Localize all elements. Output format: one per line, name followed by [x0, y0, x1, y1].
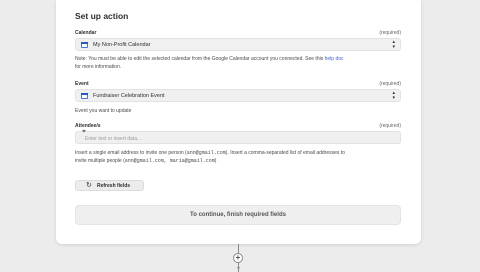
attendees-help-text-2: ). Insert a comma-separated list of emai… [225, 150, 345, 156]
attendees-help: Insert a single email address to invite … [75, 149, 410, 165]
setup-action-card: Set up action Calendar (required) My Non… [56, 0, 421, 244]
event-required: (required) [379, 81, 401, 87]
event-help: Event you want to update [75, 108, 132, 114]
calendar-icon [81, 93, 88, 99]
section-title: Set up action [75, 11, 129, 21]
calendar-note-prefix: Note: You must be able to edit the selec… [75, 56, 324, 62]
up-down-chevron-icon: ▴ ▾ [392, 90, 395, 101]
attendees-help-text-3: invite multiple people ( [75, 158, 125, 164]
calendar-note-suffix: for more information. [75, 64, 122, 70]
help-doc-link[interactable]: help doc [325, 56, 344, 62]
event-label: Event [75, 81, 89, 87]
event-select[interactable]: Fundraiser Celebration Event ▴ ▾ [75, 89, 401, 102]
continue-button[interactable]: To continue, finish required fields [75, 205, 401, 225]
attendees-help-code-1: ann@gmail.com [186, 150, 226, 156]
continue-label: To continue, finish required fields [190, 211, 286, 218]
plus-icon[interactable]: + [233, 253, 243, 263]
attendees-placeholder: Enter text or insert data... [85, 135, 142, 142]
attendees-help-code-2: ann@gmail.com, maria@gmail.com [124, 158, 215, 164]
attendees-required: (required) [379, 123, 401, 129]
attendees-label: Attendee/s [75, 123, 101, 129]
calendar-icon [81, 42, 88, 48]
attendees-input[interactable]: Enter text or insert data... [75, 131, 401, 144]
event-value: Fundraiser Celebration Event [93, 93, 165, 99]
calendar-value: My Non-Profit Calendar [93, 42, 151, 48]
up-down-chevron-icon: ▴ ▾ [392, 39, 395, 50]
refresh-icon: ↻ [86, 182, 92, 189]
calendar-label: Calendar [75, 30, 97, 36]
calendar-select[interactable]: My Non-Profit Calendar ▴ ▾ [75, 38, 401, 51]
calendar-note: Note: You must be able to edit the selec… [75, 55, 405, 71]
mouse-cursor-icon: ⌖ [82, 128, 86, 135]
chevron-down-icon: ▼ [236, 266, 241, 272]
calendar-required: (required) [379, 30, 401, 36]
attendees-help-text-4: ) [214, 158, 217, 164]
refresh-fields-label: Refresh fields [97, 183, 131, 189]
refresh-fields-button[interactable]: ↻ Refresh fields [75, 180, 144, 191]
attendees-help-text-1: Insert a single email address to invite … [75, 150, 187, 156]
